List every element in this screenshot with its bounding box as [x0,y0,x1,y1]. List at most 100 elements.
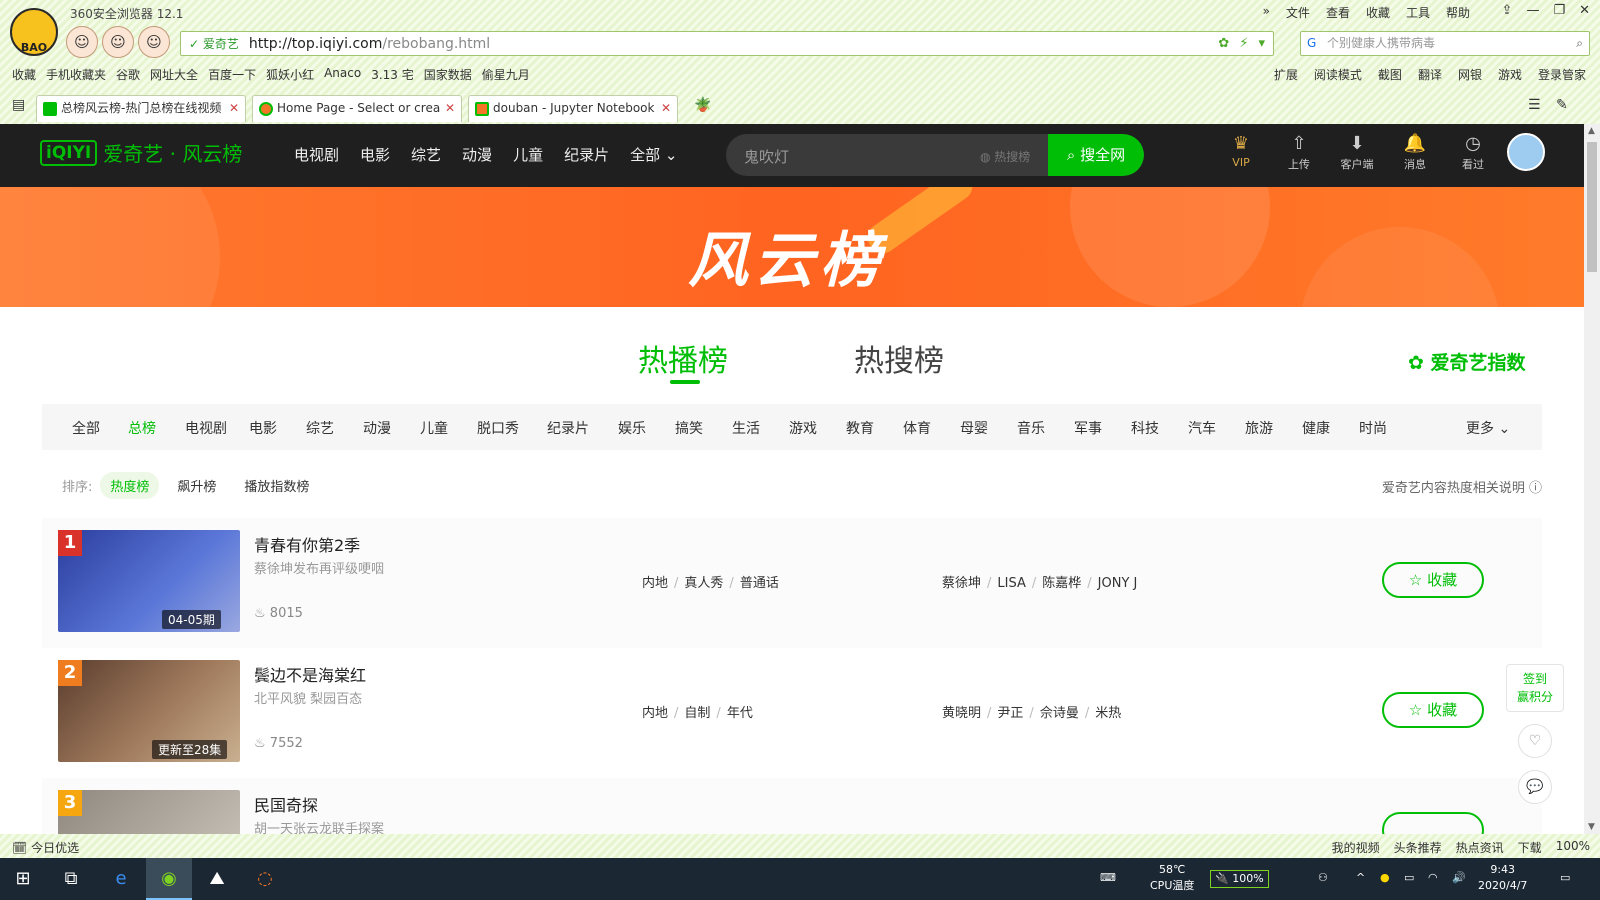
photos-icon[interactable]: ⛰ [194,858,240,900]
tab-iqiyi[interactable]: 总榜风云榜-热门总榜在线视频 ✕ [36,95,246,122]
close-tab-icon[interactable]: ✕ [445,96,455,121]
cast-link[interactable]: 蔡徐坤 [942,576,981,591]
show-title[interactable]: 鬓边不是海棠红 [254,662,366,686]
iqiyi-index-link[interactable]: ✿ 爱奇艺指数 [1408,348,1526,375]
bookmark-item[interactable]: 3.13 宅 [371,66,414,83]
vertical-scrollbar[interactable]: ▲ ▼ [1584,124,1600,834]
upload-button[interactable]: ⇧ 上传 [1282,132,1316,172]
address-bar[interactable]: ✓ 爱奇艺 http://top.iqiyi.com/rebobang.html… [180,31,1274,56]
dropdown-icon[interactable]: ▾ [1258,36,1265,51]
tray-app-icon[interactable]: ● [1380,870,1390,886]
mascot-icon[interactable]: ☺ [66,26,98,58]
bookmark-item[interactable]: 收藏 [12,66,36,83]
bookmark-item[interactable]: 国家数据 [424,66,472,83]
nav-movie[interactable]: 电影 [360,144,390,165]
category-item[interactable]: 电影 [249,418,306,438]
category-more-button[interactable]: 更多 ⌄ [1466,418,1510,438]
search-engine-icon[interactable]: G [1307,32,1316,55]
menu-favorites[interactable]: 收藏 [1366,4,1390,21]
reader-mode-button[interactable]: 阅读模式 [1314,66,1362,83]
history-button[interactable]: ◷ 看过 [1456,132,1490,172]
sort-rising[interactable]: 飙升榜 [167,472,226,499]
show-title[interactable]: 民国奇探 [254,792,318,816]
menu-view[interactable]: 查看 [1326,4,1350,21]
comment-icon[interactable]: 💬 [1518,770,1552,804]
screenshot-button[interactable]: 截图 [1378,66,1402,83]
tag[interactable]: 自制 [684,706,710,721]
translate-button[interactable]: 翻译 [1418,66,1442,83]
cast-link[interactable]: 佘诗曼 [1040,706,1079,721]
tab-hot-play[interactable]: 热播榜 [638,336,728,380]
category-item[interactable]: 旅游 [1245,418,1302,438]
category-item[interactable]: 纪录片 [547,418,618,438]
site-logo[interactable]: iQIYI 爱奇艺 · 风云榜 [40,138,242,167]
bookmark-item[interactable]: 百度一下 [208,66,256,83]
edit-icon[interactable]: ✎ [1556,97,1568,113]
restore-button[interactable]: ❐ [1553,3,1565,18]
favorite-button[interactable]: ☆ 收藏 [1382,692,1484,728]
vip-button[interactable]: ♛ VIP [1224,132,1258,172]
category-item[interactable]: 脱口秀 [477,418,547,438]
client-button[interactable]: ⬇ 客户端 [1340,132,1374,172]
heat-explanation-link[interactable]: 爱奇艺内容热度相关说明 ⓘ [1382,477,1542,496]
favorite-button[interactable]: ☆ 收藏 [1382,562,1484,598]
category-item[interactable]: 科技 [1131,418,1188,438]
nav-all[interactable]: 全部 ⌄ [630,144,677,165]
login-manager-button[interactable]: 登录管家 [1538,66,1586,83]
feedback-heart-icon[interactable]: ♡ [1518,724,1552,758]
bookmark-item[interactable]: 谷歌 [116,66,140,83]
nav-documentary[interactable]: 纪录片 [564,144,609,165]
menu-file[interactable]: 文件 [1286,4,1310,21]
my-videos-button[interactable]: 我的视频 [1332,839,1380,856]
power-icon[interactable]: ▭ [1404,870,1414,886]
tab-list-icon[interactable]: ☰ [1528,97,1541,113]
category-item[interactable]: 综艺 [306,418,363,438]
url-text[interactable]: http://top.iqiyi.com/rebobang.html [249,36,490,52]
nav-anime[interactable]: 动漫 [462,144,492,165]
bank-button[interactable]: 网银 [1458,66,1482,83]
category-item[interactable]: 体育 [903,418,960,438]
category-item[interactable]: 动漫 [363,418,420,438]
games-button[interactable]: 游戏 [1498,66,1522,83]
close-tab-icon[interactable]: ✕ [661,96,671,121]
jupyter-icon[interactable]: ◌ [242,858,288,900]
menu-more[interactable]: » [1263,4,1270,21]
tab-hot-search[interactable]: 热搜榜 [854,336,944,380]
close-button[interactable]: ✕ [1579,3,1590,18]
cpu-temp[interactable]: 58℃ CPU温度 [1150,862,1194,894]
category-item[interactable]: 健康 [1302,418,1359,438]
category-item[interactable]: 生活 [732,418,789,438]
tag[interactable]: 内地 [642,576,668,591]
nav-variety[interactable]: 综艺 [411,144,441,165]
category-item[interactable]: 全部 [72,418,128,438]
category-item[interactable]: 音乐 [1017,418,1074,438]
today-picks[interactable]: 🗓 今日优选 [12,839,79,856]
bao-logo-icon[interactable]: BAO [10,8,58,56]
category-item[interactable]: 时尚 [1359,418,1416,438]
tag[interactable]: 普通话 [740,576,779,591]
edge-icon[interactable]: e [98,858,144,900]
certificate-badge[interactable]: ✓ 爱奇艺 [189,35,239,52]
wifi-icon[interactable]: ◠ [1428,870,1438,886]
tag[interactable]: 内地 [642,706,668,721]
poster-image[interactable] [58,790,240,834]
keyboard-icon[interactable]: ⌨ [1100,870,1116,886]
minimize-button[interactable]: — [1526,3,1539,18]
mascot-icon[interactable]: ☺ [102,26,134,58]
download-button[interactable]: 下载 [1518,839,1542,856]
search-icon[interactable]: ⌕ [1576,32,1583,55]
category-item[interactable]: 汽车 [1188,418,1245,438]
category-item[interactable]: 教育 [846,418,903,438]
avatar[interactable] [1507,133,1545,171]
task-view-icon[interactable]: ⧉ [48,858,94,900]
cast-link[interactable]: 黄晓明 [942,706,981,721]
tag[interactable]: 年代 [727,706,753,721]
signin-button[interactable]: 签到 赢积分 [1506,664,1564,712]
category-item[interactable]: 军事 [1074,418,1131,438]
extensions-button[interactable]: 扩展 [1274,66,1298,83]
favorite-button[interactable] [1382,812,1484,834]
clock[interactable]: 9:43 2020/4/7 [1478,862,1527,894]
scroll-up-icon[interactable]: ▲ [1588,126,1595,136]
browser-360-icon[interactable]: ◉ [146,858,192,900]
cast-link[interactable]: JONY J [1098,576,1138,591]
